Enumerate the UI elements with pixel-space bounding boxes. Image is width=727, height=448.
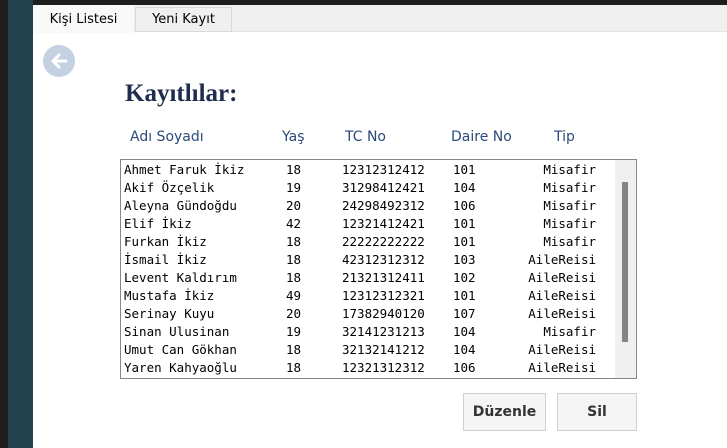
back-button[interactable] (43, 45, 75, 77)
type-cell: Misafir (543, 234, 596, 249)
list-item[interactable]: Yaren Kahyaoğlu 18 12321312312 106 AileReisi (124, 360, 604, 378)
list-item[interactable]: Umut Can Gökhan 18 32132141212 104 AileReisi (124, 342, 604, 360)
edit-button[interactable]: Düzenle (463, 393, 546, 431)
apartment-cell: 103 (453, 252, 476, 267)
type-cell: Misafir (543, 198, 596, 213)
name-cell: Aleyna Gündoğdu (124, 198, 237, 213)
apartment-cell: 101 (453, 234, 476, 249)
tc-cell: 32141231213 (342, 324, 425, 339)
tc-cell: 24298492312 (342, 198, 425, 213)
tc-cell: 31298412421 (342, 180, 425, 195)
type-cell: Misafir (543, 324, 596, 339)
apartment-cell: 101 (453, 216, 476, 231)
type-cell: Misafir (543, 180, 596, 195)
scrollbar[interactable] (615, 160, 636, 378)
type-cell: AileReisi (528, 360, 596, 375)
type-cell: Misafir (543, 162, 596, 177)
name-cell: İsmail İkiz (124, 252, 207, 267)
column-header-apartment: Daire No (451, 129, 512, 145)
column-header-age: Yaş (282, 129, 305, 145)
tab-bar: Kişi Listesi Yeni Kayıt (33, 5, 727, 33)
apartment-cell: 101 (453, 288, 476, 303)
name-cell: Elif İkiz (124, 216, 192, 231)
age-cell: 18 (286, 270, 302, 285)
apartment-cell: 101 (453, 162, 476, 177)
apartment-cell: 104 (453, 324, 476, 339)
age-cell: 18 (286, 360, 302, 375)
age-cell: 42 (286, 216, 302, 231)
name-cell: Mustafa İkiz (124, 288, 215, 303)
type-cell: AileReisi (528, 342, 596, 357)
column-header-tc: TC No (345, 129, 386, 145)
apartment-cell: 102 (453, 270, 476, 285)
column-header-type: Tip (554, 129, 575, 145)
list-item[interactable]: Furkan İkiz 18 22222222222 101 Misafir (124, 234, 604, 252)
age-cell: 20 (286, 306, 302, 321)
records-listbox[interactable]: Ahmet Faruk İkiz 18 12312312412 101 Misafir A… (120, 159, 637, 379)
tc-cell: 32132141212 (342, 342, 425, 357)
apartment-cell: 104 (453, 180, 476, 195)
name-cell: Furkan İkiz (124, 234, 207, 249)
list-item[interactable]: Sinan Ulusinan 19 32141231213 104 Misafir (124, 324, 604, 342)
apartment-cell: 106 (453, 360, 476, 375)
age-cell: 19 (286, 180, 302, 195)
name-cell: Umut Can Gökhan (124, 342, 237, 357)
name-cell: Serinay Kuyu (124, 306, 215, 321)
list-item[interactable]: Aleyna Gündoğdu 20 24298492312 106 Misafir (124, 198, 604, 216)
list-item[interactable]: İsmail İkiz 18 42312312312 103 AileReisi (124, 252, 604, 270)
age-cell: 19 (286, 324, 302, 339)
name-cell: Yaren Kahyaoğlu (124, 360, 237, 375)
column-header-name: Adı Soyadı (130, 129, 204, 145)
list-item[interactable]: Elif İkiz 42 12321412421 101 Misafir (124, 216, 604, 234)
apartment-cell: 107 (453, 306, 476, 321)
page-title: Kayıtlılar: (125, 80, 238, 107)
tc-cell: 21321312411 (342, 270, 425, 285)
app-window: Kişi Listesi Yeni Kayıt Kayıtlılar: Adı … (33, 5, 727, 448)
name-cell: Levent Kaldırım (124, 270, 237, 285)
tc-cell: 12321412421 (342, 216, 425, 231)
arrow-left-icon (51, 53, 68, 69)
name-cell: Ahmet Faruk İkiz (124, 162, 245, 177)
name-cell: Sinan Ulusinan (124, 324, 230, 339)
tab-kisi-listesi[interactable]: Kişi Listesi (33, 5, 134, 33)
age-cell: 18 (286, 234, 302, 249)
tc-cell: 42312312312 (342, 252, 425, 267)
type-cell: AileReisi (528, 252, 596, 267)
age-cell: 18 (286, 252, 302, 267)
tc-cell: 12312312412 (342, 162, 425, 177)
list-item[interactable]: Levent Kaldırım 18 21321312411 102 AileReisi (124, 270, 604, 288)
tc-cell: 17382940120 (342, 306, 425, 321)
type-cell: AileReisi (528, 306, 596, 321)
tc-cell: 12312312321 (342, 288, 425, 303)
age-cell: 20 (286, 198, 302, 213)
type-cell: AileReisi (528, 270, 596, 285)
age-cell: 18 (286, 342, 302, 357)
name-cell: Akif Özçelik (124, 180, 215, 195)
scrollbar-thumb[interactable] (622, 182, 628, 342)
list-item[interactable]: Akif Özçelik 19 31298412421 104 Misafir (124, 180, 604, 198)
apartment-cell: 106 (453, 198, 476, 213)
list-item[interactable]: Mustafa İkiz 49 12312312321 101 AileReisi (124, 288, 604, 306)
list-item[interactable]: Serinay Kuyu 20 17382940120 107 AileReisi (124, 306, 604, 324)
editor-background (0, 0, 33, 448)
tc-cell: 22222222222 (342, 234, 425, 249)
type-cell: Misafir (543, 216, 596, 231)
age-cell: 49 (286, 288, 302, 303)
tab-yeni-kayit[interactable]: Yeni Kayıt (135, 7, 232, 32)
tc-cell: 12321312312 (342, 360, 425, 375)
delete-button[interactable]: Sil (557, 393, 637, 431)
list-item[interactable]: Ahmet Faruk İkiz 18 12312312412 101 Misafir (124, 162, 604, 180)
type-cell: AileReisi (528, 288, 596, 303)
age-cell: 18 (286, 162, 302, 177)
apartment-cell: 104 (453, 342, 476, 357)
